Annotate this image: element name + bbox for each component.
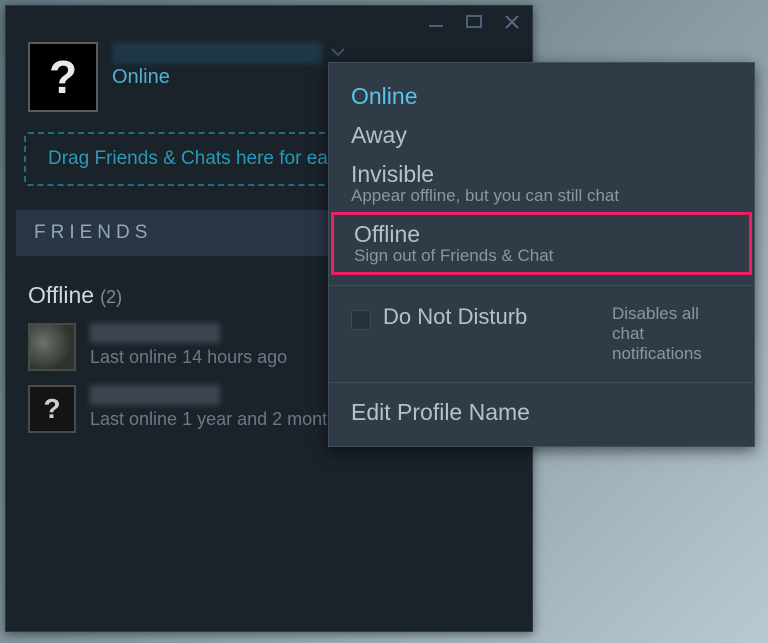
status-option-away[interactable]: Away xyxy=(329,116,754,155)
friend-avatar[interactable] xyxy=(28,323,76,371)
friend-username xyxy=(90,385,220,405)
menu-separator xyxy=(329,382,754,383)
self-avatar[interactable]: ? xyxy=(28,42,98,112)
chevron-down-icon[interactable] xyxy=(330,44,346,62)
status-option-sub: Sign out of Friends & Chat xyxy=(354,246,729,266)
group-label: Offline xyxy=(28,282,94,309)
dnd-description: Disables all chat notifications xyxy=(612,304,732,364)
edit-profile-label: Edit Profile Name xyxy=(351,399,732,426)
status-option-label: Invisible xyxy=(351,161,732,188)
group-count: (2) xyxy=(100,287,122,308)
status-option-label: Online xyxy=(351,83,732,110)
self-username xyxy=(112,42,322,64)
status-option-label: Away xyxy=(351,122,732,149)
status-option-label: Offline xyxy=(354,221,729,248)
status-option-sub: Appear offline, but you can still chat xyxy=(351,186,732,206)
checkbox-icon[interactable] xyxy=(351,310,371,330)
friend-last-online: Last online 14 hours ago xyxy=(90,347,287,368)
friend-username xyxy=(90,323,220,343)
dnd-label: Do Not Disturb xyxy=(383,304,573,330)
menu-separator xyxy=(329,285,754,286)
minimize-button[interactable] xyxy=(426,12,446,32)
status-option-online[interactable]: Online xyxy=(329,77,754,116)
close-button[interactable] xyxy=(502,12,522,32)
edit-profile-name[interactable]: Edit Profile Name xyxy=(329,393,754,432)
maximize-button[interactable] xyxy=(464,12,484,32)
status-option-invisible[interactable]: Invisible Appear offline, but you can st… xyxy=(329,155,754,212)
status-option-offline[interactable]: Offline Sign out of Friends & Chat xyxy=(331,212,752,275)
friends-section-label: FRIENDS xyxy=(34,222,152,244)
do-not-disturb-toggle[interactable]: Do Not Disturb Disables all chat notific… xyxy=(329,296,754,372)
titlebar xyxy=(6,6,532,32)
status-menu: Online Away Invisible Appear offline, bu… xyxy=(328,62,755,447)
friend-avatar[interactable]: ? xyxy=(28,385,76,433)
